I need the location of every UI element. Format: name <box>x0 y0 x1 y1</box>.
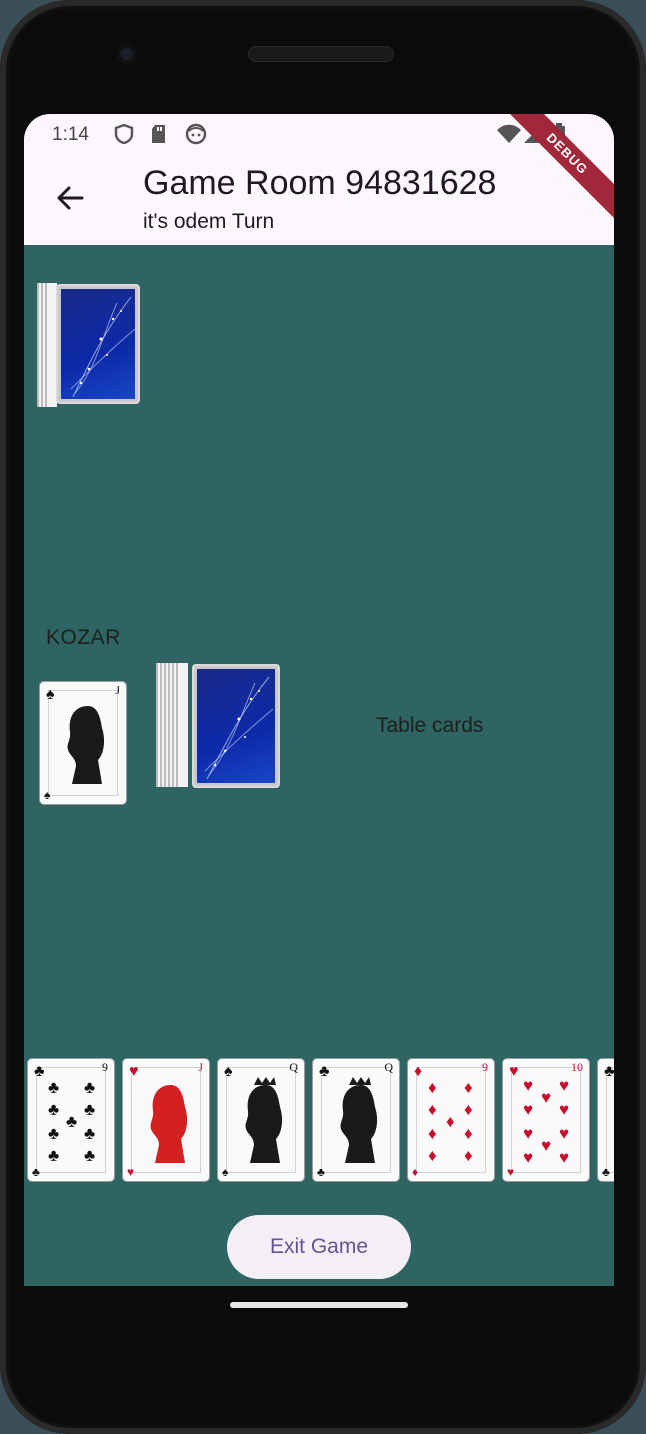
suit-pip-icon: ♥ <box>523 1076 534 1095</box>
turn-subtitle: it's odem Turn <box>143 210 275 233</box>
suit-pip-icon: ♣ <box>66 1112 78 1131</box>
suit-icon: ♥ <box>507 1165 515 1179</box>
card-rank: Q <box>289 1060 298 1074</box>
spade-icon: ♠ <box>44 788 51 802</box>
card-frame <box>511 1067 581 1173</box>
suit-pip-icon: ♦ <box>428 1100 437 1119</box>
queen-silhouette-icon <box>245 1077 283 1163</box>
suit-pip-icon: ♥ <box>541 1136 552 1155</box>
suit-pip-icon: ♥ <box>541 1088 552 1107</box>
earpiece-speaker <box>248 46 394 62</box>
suit-pip-icon: ♦ <box>464 1078 473 1097</box>
status-time: 1:14 <box>52 124 89 145</box>
card-frame <box>606 1067 614 1173</box>
hand-card[interactable]: 9 ♣ ♣ ♣ ♣ ♣ ♣ ♣ ♣ ♣ ♣ ♣ <box>27 1058 115 1182</box>
suit-icon: ♣ <box>604 1063 614 1080</box>
card-rank: J <box>198 1060 203 1074</box>
sparkle-pattern-icon <box>70 296 136 398</box>
suit-pip-icon: ♥ <box>559 1100 570 1119</box>
suit-pip-icon: ♣ <box>48 1100 60 1119</box>
jack-silhouette-icon <box>67 706 105 784</box>
card-back <box>56 284 140 404</box>
kozar-label: KOZAR <box>46 626 121 649</box>
hand-card[interactable]: 10 ♥ ♥ ♥ ♥ ♥ ♥ ♥ ♥ ♥ ♥ ♥ ♥ <box>502 1058 590 1182</box>
table-cards-label: Table cards <box>376 714 484 737</box>
face-icon <box>185 123 207 145</box>
app-screen: 1:14 Game Room 94831628 it's odem Turn D… <box>24 114 614 1286</box>
suit-pip-icon: ♦ <box>428 1078 437 1097</box>
card-rank: 10 <box>571 1060 583 1074</box>
hand-card[interactable]: ♣ ♣ <box>597 1058 614 1182</box>
hand-card[interactable]: 9 ♦ ♦ ♦ ♦ ♦ ♦ ♦ ♦ ♦ ♦ ♦ <box>407 1058 495 1182</box>
card-rank: 9 <box>102 1060 108 1074</box>
system-nav-bar <box>0 1286 646 1326</box>
card-rank: 9 <box>482 1060 488 1074</box>
suit-pip-icon: ♥ <box>523 1100 534 1119</box>
suit-icon: ♣ <box>602 1165 610 1179</box>
card-back <box>192 664 280 788</box>
spade-icon: ♠ <box>46 686 55 703</box>
suit-icon: ♦ <box>412 1165 419 1179</box>
suit-pip-icon: ♣ <box>84 1100 96 1119</box>
suit-pip-icon: ♣ <box>84 1124 96 1143</box>
phone-frame: 1:14 Game Room 94831628 it's odem Turn D… <box>0 0 646 1434</box>
suit-pip-icon: ♦ <box>464 1146 473 1165</box>
suit-pip-icon: ♦ <box>464 1100 473 1119</box>
suit-icon: ♠ <box>222 1165 229 1179</box>
suit-pip-icon: ♣ <box>84 1146 96 1165</box>
suit-icon: ♣ <box>317 1165 325 1179</box>
app-bar: Game Room 94831628 it's odem Turn <box>24 158 614 245</box>
suit-icon: ♠ <box>224 1063 233 1080</box>
suit-pip-icon: ♦ <box>428 1124 437 1143</box>
suit-icon: ♥ <box>127 1165 135 1179</box>
suit-pip-icon: ♦ <box>446 1112 455 1131</box>
shield-icon <box>114 123 134 145</box>
suit-icon: ♣ <box>319 1063 330 1080</box>
exit-game-button[interactable]: Exit Game <box>227 1215 411 1279</box>
suit-pip-icon: ♦ <box>428 1146 437 1165</box>
stack-edge <box>176 663 188 787</box>
card-back-pattern <box>61 289 136 399</box>
jack-silhouette-icon <box>150 1085 188 1163</box>
suit-pip-icon: ♣ <box>48 1146 60 1165</box>
hand-card[interactable]: J ♥ ♥ <box>122 1058 210 1182</box>
suit-pip-icon: ♣ <box>84 1078 96 1097</box>
page-title: Game Room 94831628 <box>143 164 497 202</box>
hand-card[interactable]: Q ♣ ♣ <box>312 1058 400 1182</box>
wifi-icon <box>497 124 521 143</box>
front-camera <box>117 44 137 64</box>
suit-icon: ♦ <box>414 1063 423 1080</box>
suit-pip-icon: ♣ <box>48 1078 60 1097</box>
card-rank: J <box>115 683 120 697</box>
queen-silhouette-icon <box>340 1077 378 1163</box>
sd-card-icon <box>152 125 165 143</box>
suit-pip-icon: ♣ <box>48 1124 60 1143</box>
card-rank: Q <box>384 1060 393 1074</box>
card-back-pattern <box>197 669 275 783</box>
suit-pip-icon: ♥ <box>559 1124 570 1143</box>
suit-icon: ♥ <box>129 1063 139 1080</box>
suit-pip-icon: ♥ <box>559 1148 570 1167</box>
home-gesture-handle[interactable] <box>230 1302 408 1308</box>
suit-icon: ♣ <box>32 1165 40 1179</box>
arrow-back-icon[interactable] <box>52 180 88 216</box>
suit-icon: ♥ <box>509 1063 519 1080</box>
kozar-card: J ♠ ♠ <box>39 681 127 805</box>
sparkle-pattern-icon <box>204 676 274 780</box>
suit-pip-icon: ♥ <box>523 1124 534 1143</box>
suit-pip-icon: ♥ <box>523 1148 534 1167</box>
suit-icon: ♣ <box>34 1063 45 1080</box>
suit-pip-icon: ♦ <box>464 1124 473 1143</box>
hand-card[interactable]: Q ♠ ♠ <box>217 1058 305 1182</box>
suit-pip-icon: ♥ <box>559 1076 570 1095</box>
